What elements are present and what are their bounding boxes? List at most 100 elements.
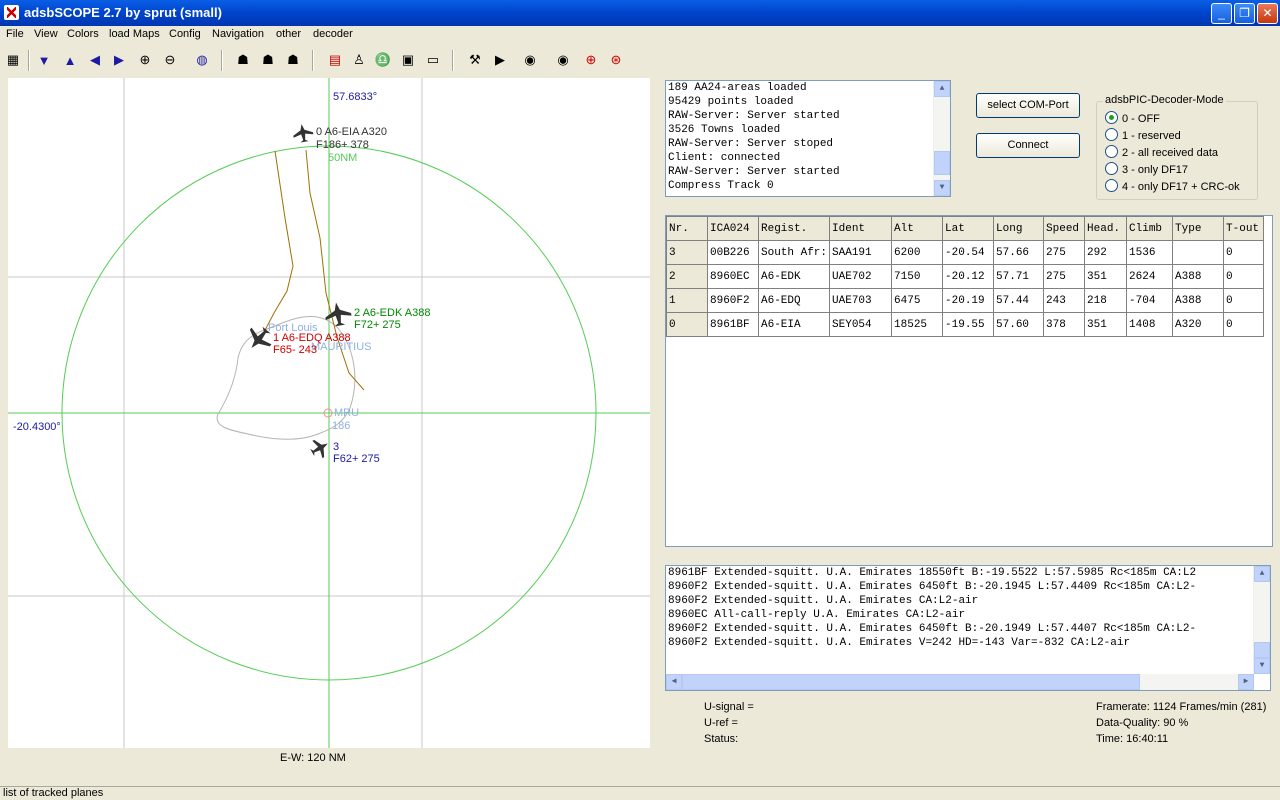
arrow-down-icon[interactable]: ▼ — [33, 49, 55, 71]
table-cell[interactable]: 57.66 — [993, 240, 1045, 265]
message-vertical-scrollbar[interactable]: ▲ ▼ — [1253, 566, 1270, 674]
table-cell[interactable]: A6-EDQ — [757, 288, 831, 313]
menu-navigation[interactable]: Navigation — [212, 28, 264, 40]
restore-button[interactable]: ❐ — [1234, 3, 1255, 24]
table-cell[interactable]: -20.54 — [942, 240, 995, 265]
table-row[interactable]: 3 00B226 South Afr: SAA191 6200 -20.54 5… — [666, 240, 1265, 265]
table-cell[interactable]: 0 — [666, 312, 708, 337]
radio-icon[interactable] — [1105, 128, 1118, 141]
table-cell[interactable]: A320 — [1172, 312, 1225, 337]
zoom-in-icon[interactable]: ⊕ — [134, 49, 156, 71]
crosshair-icon[interactable]: ⊕ — [580, 49, 602, 71]
table-cell[interactable]: 243 — [1043, 288, 1086, 313]
network-icon[interactable]: ☗ — [232, 49, 254, 71]
column-header[interactable]: T-out — [1223, 216, 1265, 241]
play-icon[interactable]: ▶ — [489, 49, 511, 71]
network-dark-icon[interactable]: ☗ — [282, 49, 304, 71]
table-cell[interactable]: 275 — [1043, 264, 1086, 289]
tools-icon[interactable]: ⚒ — [464, 49, 486, 71]
scroll-down-icon[interactable]: ▼ — [934, 180, 950, 196]
decoder-mode-option[interactable]: 1 - reserved — [1105, 128, 1181, 142]
connect-button[interactable]: Connect — [976, 133, 1080, 158]
arrow-up-icon[interactable]: ▲ — [59, 49, 81, 71]
table-row[interactable]: 2 8960EC A6-EDK UAE702 7150 -20.12 57.71… — [666, 264, 1265, 289]
table-cell[interactable]: 1408 — [1126, 312, 1174, 337]
document-icon[interactable]: ▣ — [397, 49, 419, 71]
table-cell[interactable]: A6-EIA — [757, 312, 831, 337]
scroll-thumb[interactable] — [682, 674, 1140, 690]
figure-icon[interactable]: ♙ — [348, 49, 370, 71]
column-header[interactable]: Climb — [1126, 216, 1174, 241]
table-cell[interactable]: 275 — [1043, 240, 1086, 265]
menu-load-maps[interactable]: load Maps — [109, 28, 160, 40]
menu-config[interactable]: Config — [169, 28, 201, 40]
table-cell[interactable]: 6475 — [891, 288, 944, 313]
table-cell[interactable]: 00B226 — [707, 240, 759, 265]
network-red-icon[interactable]: ☗ — [257, 49, 279, 71]
table-cell[interactable]: 378 — [1043, 312, 1086, 337]
table-cell[interactable]: -19.55 — [942, 312, 995, 337]
column-header[interactable]: ICA024 — [707, 216, 759, 241]
table-cell[interactable]: 1 — [666, 288, 708, 313]
table-cell[interactable]: 3 — [666, 240, 708, 265]
table-cell[interactable]: 18525 — [891, 312, 944, 337]
column-header[interactable]: Regist. — [757, 216, 831, 241]
table-cell[interactable]: South Afr: — [757, 240, 831, 265]
select-com-port-button[interactable]: select COM-Port — [976, 93, 1080, 118]
table-cell[interactable]: 6200 — [891, 240, 944, 265]
table-cell[interactable]: 351 — [1084, 264, 1128, 289]
radio-selected-icon[interactable] — [1105, 111, 1118, 124]
crosshair-red-icon[interactable]: ⊛ — [605, 49, 627, 71]
table-cell[interactable]: 218 — [1084, 288, 1128, 313]
bell-icon[interactable]: ♎ — [372, 49, 394, 71]
monitor-icon[interactable]: ▭ — [422, 49, 444, 71]
tracked-planes-table[interactable]: Nr. ICA024 Regist. Ident Alt Lat Long Sp… — [665, 215, 1273, 547]
chart-icon[interactable]: ▤ — [324, 49, 346, 71]
table-cell[interactable]: -20.12 — [942, 264, 995, 289]
zoom-out-icon[interactable]: ⊖ — [159, 49, 181, 71]
table-cell[interactable]: A388 — [1172, 264, 1225, 289]
event-log[interactable]: 189 AA24-areas loaded 95429 points loade… — [665, 80, 951, 197]
table-cell[interactable]: UAE703 — [829, 288, 893, 313]
table-cell[interactable]: SEY054 — [829, 312, 893, 337]
table-cell[interactable]: 2624 — [1126, 264, 1174, 289]
table-cell[interactable]: -20.19 — [942, 288, 995, 313]
scroll-thumb[interactable] — [1254, 642, 1270, 658]
message-log[interactable]: 8961BF Extended-squitt. U.A. Emirates 18… — [665, 565, 1271, 691]
table-cell[interactable]: UAE702 — [829, 264, 893, 289]
menu-decoder[interactable]: decoder — [313, 28, 353, 40]
target-green-icon[interactable]: ◉ — [519, 49, 541, 71]
table-cell[interactable]: 0 — [1223, 312, 1265, 337]
message-horizontal-scrollbar[interactable]: ◀ ▶ — [666, 674, 1254, 690]
scroll-down-icon[interactable]: ▼ — [1254, 658, 1270, 674]
menu-view[interactable]: View — [34, 28, 58, 40]
menu-colors[interactable]: Colors — [67, 28, 99, 40]
decoder-mode-option[interactable]: 3 - only DF17 — [1105, 162, 1188, 176]
column-header[interactable]: Nr. — [666, 216, 708, 241]
aircraft-label[interactable]: 3 — [333, 441, 339, 453]
menu-file[interactable]: File — [6, 28, 24, 40]
decoder-mode-option[interactable]: 4 - only DF17 + CRC-ok — [1105, 179, 1240, 193]
table-icon[interactable]: ▦ — [2, 49, 24, 71]
app-icon[interactable] — [4, 5, 19, 20]
table-cell[interactable]: A6-EDK — [757, 264, 831, 289]
table-cell[interactable]: 57.44 — [993, 288, 1045, 313]
aircraft-label[interactable]: 0 A6-EIA A320 — [316, 126, 387, 138]
scroll-left-icon[interactable]: ◀ — [666, 674, 682, 690]
scroll-right-icon[interactable]: ▶ — [1238, 674, 1254, 690]
table-cell[interactable]: 0 — [1223, 288, 1265, 313]
radar-map[interactable]: 57.6833° -20.4300° 50NM Port Louis MAURI… — [8, 78, 650, 748]
minimize-button[interactable]: _ — [1211, 3, 1232, 24]
table-cell[interactable]: 8960F2 — [707, 288, 759, 313]
column-header[interactable]: Alt — [891, 216, 944, 241]
target-dark-icon[interactable]: ◉ — [552, 49, 574, 71]
table-row[interactable]: 0 8961BF A6-EIA SEY054 18525 -19.55 57.6… — [666, 312, 1265, 337]
table-cell[interactable]: A388 — [1172, 288, 1225, 313]
scroll-up-icon[interactable]: ▲ — [1254, 566, 1270, 582]
column-header[interactable]: Ident — [829, 216, 893, 241]
log-scrollbar[interactable]: ▲ ▼ — [933, 81, 950, 196]
table-cell[interactable]: 0 — [1223, 240, 1265, 265]
decoder-mode-option[interactable]: 2 - all received data — [1105, 145, 1218, 159]
table-cell[interactable]: 8961BF — [707, 312, 759, 337]
table-cell[interactable]: 292 — [1084, 240, 1128, 265]
